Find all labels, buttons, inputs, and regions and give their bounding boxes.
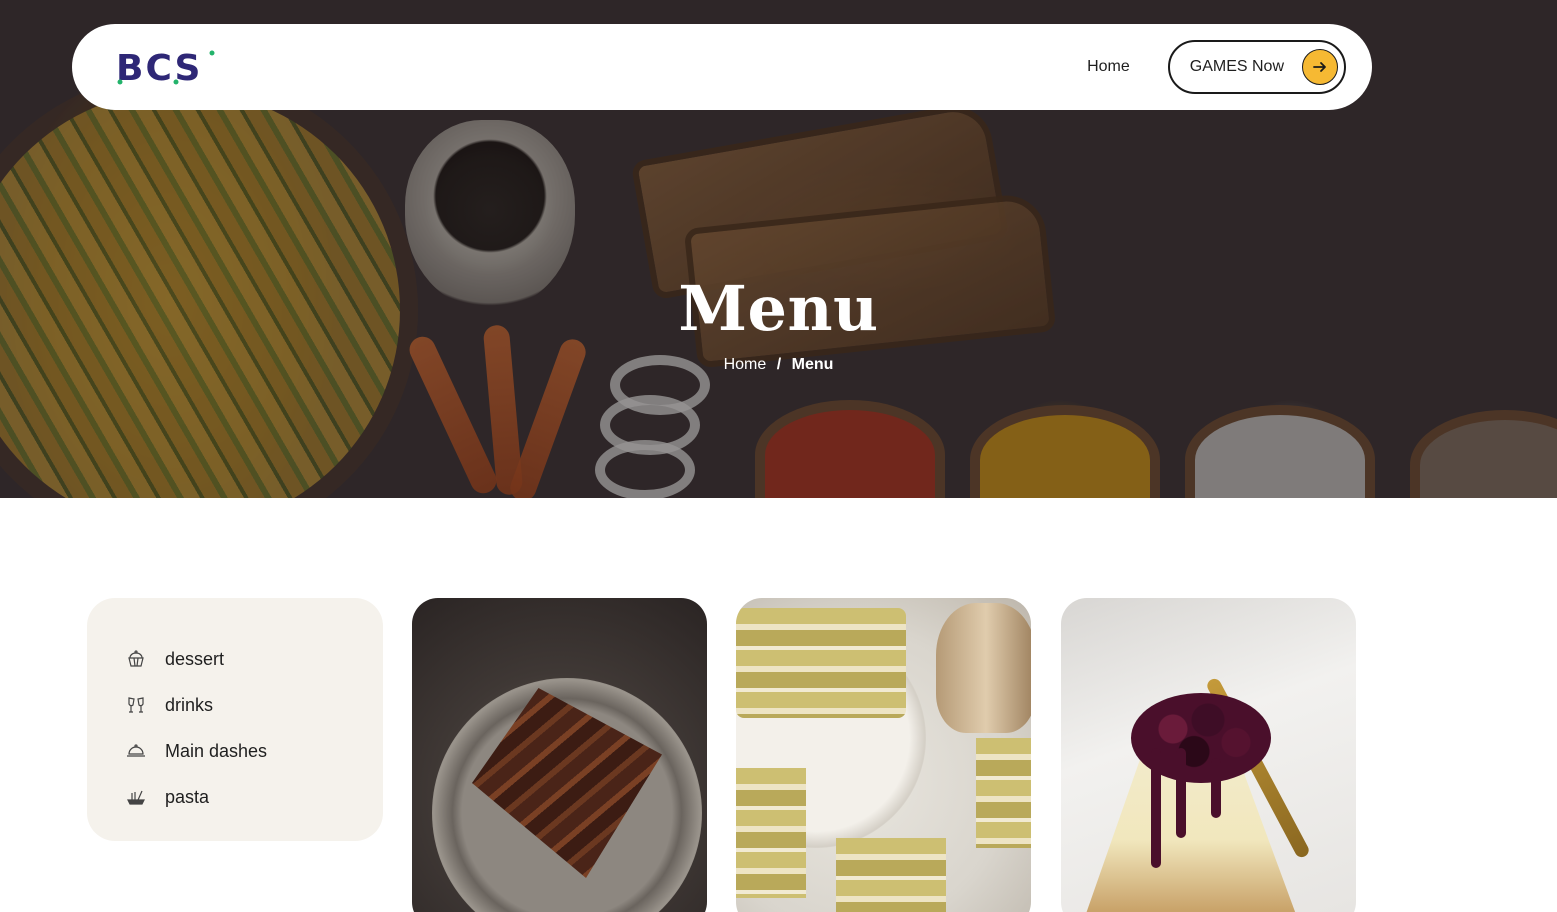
chocolate-cake-card[interactable] <box>412 598 707 912</box>
games-now-button[interactable]: GAMES Now <box>1167 40 1346 94</box>
page-title: Menu <box>678 272 879 345</box>
arrow-right-icon <box>1302 49 1338 85</box>
category-label: pasta <box>165 786 210 807</box>
breadcrumb: Home / Menu <box>0 356 1557 374</box>
noodles-icon <box>125 786 147 808</box>
breadcrumb-current: Menu <box>791 356 834 373</box>
category-label: dessert <box>165 648 225 669</box>
nav-home-link[interactable]: Home <box>1087 58 1130 76</box>
logo[interactable]: BCS <box>116 49 216 85</box>
pistachio-cake-slice-image <box>976 738 1031 848</box>
category-item-dessert[interactable]: dessert <box>125 636 383 682</box>
pistachio-cake-slice-image <box>836 838 946 912</box>
nav-right: Home GAMES Now <box>1087 40 1346 94</box>
pistachio-cake-image <box>736 608 906 718</box>
breadcrumb-home-link[interactable]: Home <box>724 356 767 374</box>
sauce-drip <box>1211 758 1221 818</box>
serving-dish-icon <box>125 740 147 762</box>
category-label: drinks <box>165 694 214 715</box>
games-now-label: GAMES Now <box>1189 58 1284 75</box>
pistachio-cake-card[interactable] <box>736 598 1031 912</box>
category-item-drinks[interactable]: drinks <box>125 682 383 728</box>
category-label: Main dashes <box>165 740 268 761</box>
cheesecake-card[interactable] <box>1061 598 1356 912</box>
breadcrumb-separator: / <box>776 356 782 373</box>
pistachio-cake-slice-image <box>736 768 806 898</box>
category-sidebar: dessert drinks Main dashes pasta <box>87 598 383 841</box>
sauce-drip <box>1176 748 1186 838</box>
svg-text:BCS: BCS <box>116 49 202 85</box>
cheers-glasses-icon <box>125 694 147 716</box>
bcs-logo-icon: BCS <box>116 49 215 85</box>
cupcake-icon <box>125 648 147 670</box>
category-item-main-dashes[interactable]: Main dashes <box>125 728 383 774</box>
category-item-pasta[interactable]: pasta <box>125 774 383 820</box>
sauce-drip <box>1151 748 1161 868</box>
teapot-image <box>936 603 1031 733</box>
navbar: BCS Home GAMES Now <box>72 24 1372 110</box>
